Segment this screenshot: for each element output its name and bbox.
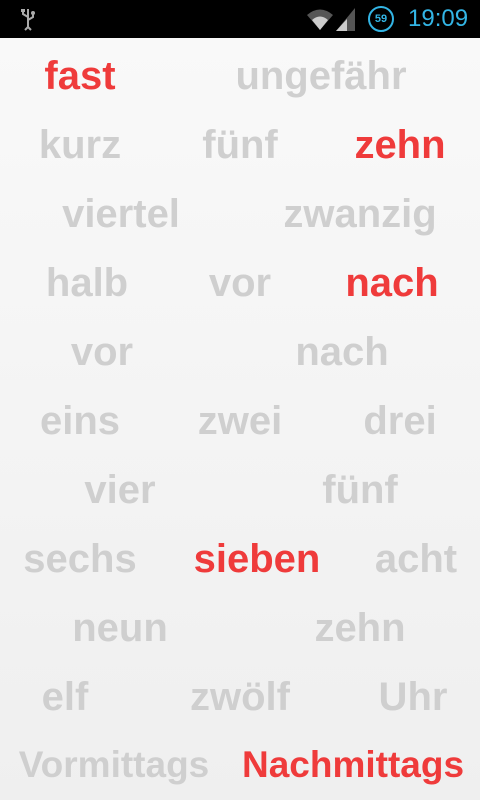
word-zwoelf: zwölf [190, 675, 290, 719]
word-sechs: sechs [23, 537, 137, 581]
word-vormittags: Vormittags [18, 744, 210, 785]
word-fast: fast [44, 54, 116, 98]
word-nach-1: nach [345, 261, 439, 305]
word-vor-2: vor [70, 330, 134, 374]
word-nach-2: nach [295, 330, 389, 374]
word-zwanzig: zwanzig [283, 192, 437, 236]
word-zehn-minutes: zehn [354, 123, 446, 167]
word-vor-1: vor [208, 261, 272, 305]
battery-icon: 59 [368, 6, 394, 32]
word-fuenf-minutes: fünf [202, 123, 278, 167]
word-vier: vier [84, 468, 156, 512]
word-acht: acht [374, 537, 458, 581]
word-neun: neun [72, 606, 168, 650]
wifi-icon [307, 9, 333, 30]
signal-icon [336, 8, 355, 31]
word-viertel: viertel [62, 192, 180, 236]
word-elf: elf [41, 675, 89, 719]
word-clock: fast ungefähr kurz fünf zehn viertel zwa… [0, 38, 480, 800]
word-zwei: zwei [197, 399, 283, 443]
word-drei: drei [363, 399, 437, 443]
word-fuenf-hour: fünf [322, 468, 398, 512]
word-nachmittags: Nachmittags [241, 744, 465, 785]
word-zehn-hour: zehn [314, 606, 406, 650]
usb-icon [21, 9, 35, 31]
status-bar: 59 19:09 [0, 0, 480, 38]
word-kurz: kurz [38, 123, 122, 167]
word-eins: eins [39, 399, 121, 443]
word-uhr: Uhr [378, 675, 448, 719]
word-halb: halb [45, 261, 129, 305]
word-ungefaehr: ungefähr [235, 54, 407, 98]
status-time: 19:09 [408, 5, 469, 32]
word-sieben: sieben [193, 537, 321, 581]
